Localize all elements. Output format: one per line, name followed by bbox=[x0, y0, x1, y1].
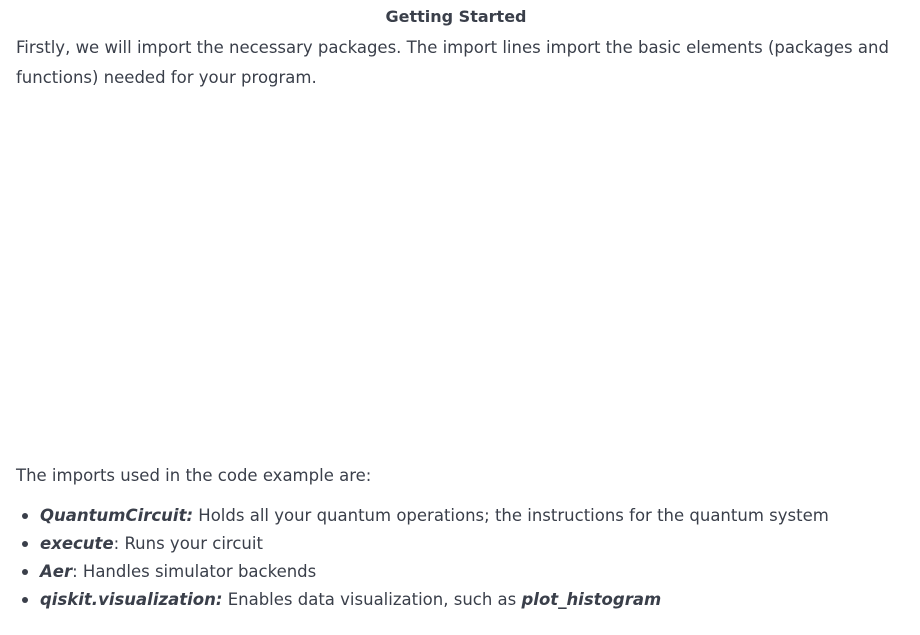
page-title: Getting Started bbox=[385, 7, 527, 26]
intro-paragraph: Firstly, we will import the necessary pa… bbox=[16, 38, 889, 87]
import-description: : Handles simulator backends bbox=[72, 562, 317, 581]
import-term: execute bbox=[40, 534, 114, 553]
list-item: execute: Runs your circuit bbox=[22, 530, 829, 558]
import-term: Aer bbox=[40, 562, 73, 581]
bullet-icon bbox=[22, 513, 28, 519]
bullet-icon bbox=[22, 541, 28, 547]
import-term: QuantumCircuit: bbox=[40, 506, 194, 525]
import-description: Holds all your quantum operations; the i… bbox=[193, 506, 829, 525]
list-item: qiskit.visualization: Enables data visua… bbox=[22, 586, 829, 614]
bullet-icon bbox=[22, 569, 28, 575]
import-extra-term: plot_histogram bbox=[521, 590, 662, 609]
import-term: qiskit.visualization: bbox=[40, 590, 223, 609]
imports-list: QuantumCircuit: Holds all your quantum o… bbox=[0, 502, 829, 614]
imports-intro-text: The imports used in the code example are… bbox=[16, 466, 372, 485]
import-description: : Runs your circuit bbox=[113, 534, 263, 553]
import-description: Enables data visualization, such as bbox=[222, 590, 522, 609]
list-item: Aer: Handles simulator backends bbox=[22, 558, 829, 586]
list-item: QuantumCircuit: Holds all your quantum o… bbox=[22, 502, 829, 530]
empty-content-area bbox=[16, 100, 896, 450]
bullet-icon bbox=[22, 597, 28, 603]
